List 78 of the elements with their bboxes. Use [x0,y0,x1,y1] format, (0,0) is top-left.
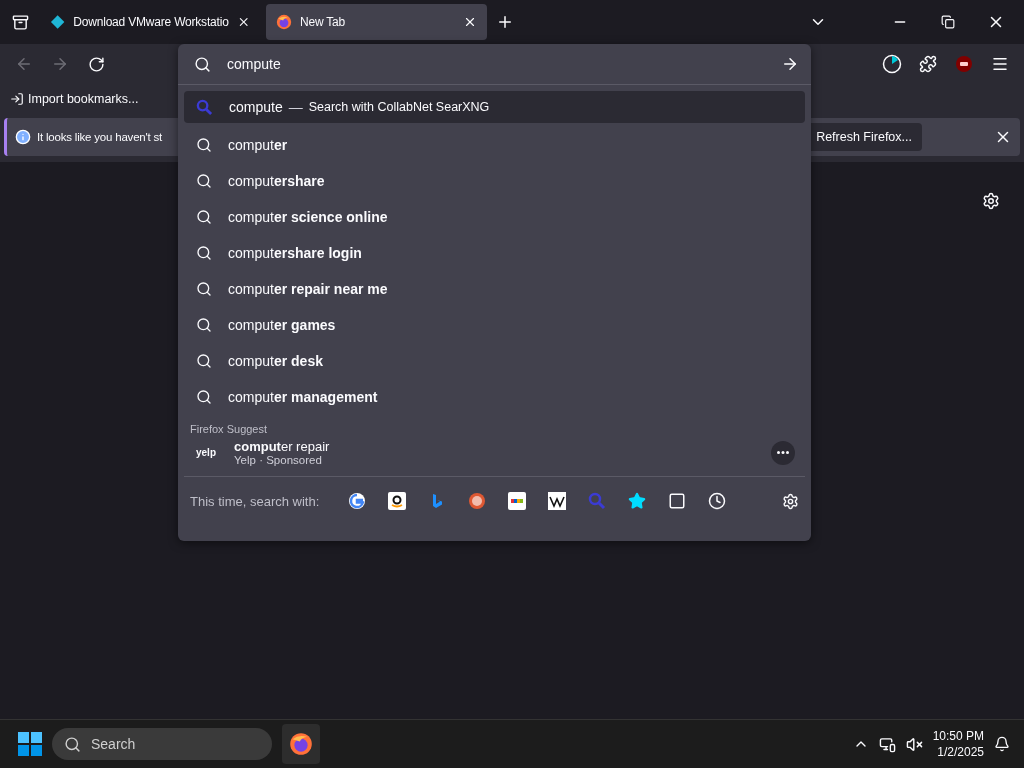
query-text: compute [229,99,283,115]
start-icon[interactable] [18,732,42,756]
suggestion-row[interactable]: computershare login [184,235,805,271]
suggestion-text: computer repair near me [228,281,388,297]
forward-icon[interactable] [51,55,69,73]
magnifier-icon [196,98,213,116]
settings-icon[interactable] [782,492,799,510]
search-icon [196,173,212,189]
browser-tab[interactable]: New Tab [266,4,487,40]
bell-icon[interactable] [994,736,1010,752]
history-icon [708,492,727,510]
star-icon [628,492,647,510]
search-icon [196,245,212,261]
suggestion-text: computershare [228,173,325,189]
info-icon [15,129,31,145]
more-icon [777,451,789,454]
yelp-logo: yelp [196,447,217,458]
taskbar-search-field[interactable]: Search [52,728,272,760]
search-icon [64,735,81,753]
search-icon [196,317,212,333]
search-icon [196,281,212,297]
suggestion-row[interactable]: computer repair near me [184,271,805,307]
speaker-muted-icon[interactable] [905,735,923,753]
suggestion-row[interactable]: computer management [184,379,805,415]
suggestion-text: computer management [228,389,378,405]
more-button[interactable] [771,440,795,465]
plus-icon[interactable] [496,13,514,31]
timer-icon[interactable] [882,54,902,74]
suggestion-row[interactable]: computer [184,127,805,163]
back-icon[interactable] [15,55,33,73]
suggestion-row[interactable]: computershare [184,163,805,199]
tab-title: New Tab [300,15,347,29]
wiki-logo-icon [548,492,567,510]
search-icon [196,389,212,405]
search-icon [194,55,211,73]
time-text: 10:50 PM [932,728,984,744]
shopping-logo-icon [388,492,407,510]
firefox-icon [289,732,313,756]
magnifier-icon [588,492,607,510]
suggestion-text: computer games [228,317,336,333]
restore-icon[interactable] [941,15,955,29]
suggestion-row[interactable]: computer games [184,307,805,343]
puzzle-icon[interactable] [919,55,937,73]
sponsored-subtitle: Yelp · Sponsored [234,454,323,466]
suggestion-text: computer [228,137,288,153]
dash-separator: — [288,99,303,115]
firefox-taskbar-button[interactable] [282,724,320,764]
suggestion-row[interactable]: computer science online [184,199,805,235]
firefox-icon [276,14,292,30]
search-icon [196,209,212,225]
group-label: Firefox Suggest [189,422,269,437]
suggestion-row[interactable]: computer desk [184,343,805,379]
browser-tab[interactable]: Download VMware Workstatio [40,4,260,40]
menu-icon[interactable] [991,55,1009,73]
suggestion-text: computer science online [228,209,388,225]
diamond-icon [50,14,66,30]
sponsored-title[interactable]: computer repair [234,439,761,454]
tab-icon [668,492,687,510]
monitor-icon[interactable] [878,735,896,753]
search-with-label: This time, search with: [190,493,320,509]
notification-text: It looks like you haven't st [37,131,163,143]
import-bookmarks-link[interactable]: Import bookmarks... [28,92,139,106]
search-icon [196,353,212,369]
settings-icon[interactable] [982,192,1000,210]
tab-title: Download VMware Workstatio [73,15,229,29]
suggestion-text: computershare login [228,245,362,261]
reload-icon[interactable] [87,55,105,73]
suggestion-text: computer desk [228,353,323,369]
go-arrow-icon[interactable] [781,55,799,73]
close-icon[interactable] [463,15,477,29]
suggestion-row[interactable]: compute — Search with CollabNet SearXNG [184,91,805,123]
search-engine-label: Search with CollabNet SearXNG [308,100,490,114]
clock[interactable]: 10:50 PM 1/2/2025 [932,728,984,760]
search-icon [196,137,212,153]
extension-badge-icon[interactable] [955,55,973,73]
import-icon[interactable] [10,92,24,106]
date-text: 1/2/2025 [937,744,984,760]
g-logo-icon [348,492,367,510]
